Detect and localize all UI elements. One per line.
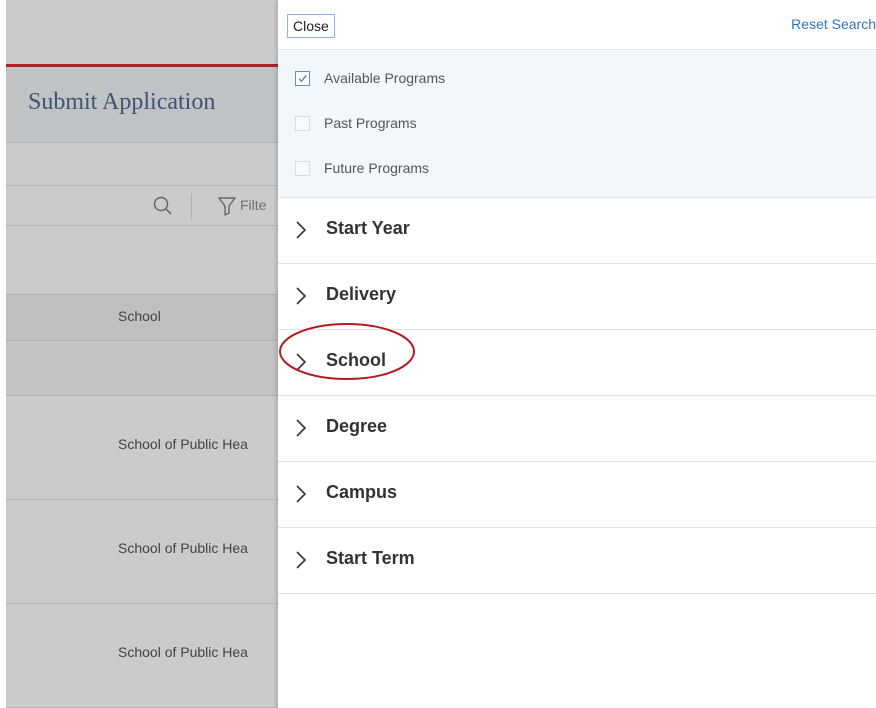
- chevron-right-icon: [296, 551, 307, 569]
- future-programs-label: Future Programs: [324, 160, 430, 176]
- table-row: School of Public Hea: [6, 604, 278, 708]
- accordion-label: Delivery: [326, 284, 397, 304]
- program-status-options: Available Programs Past Programs Future …: [278, 51, 876, 198]
- table-row: School of Public Hea: [6, 396, 278, 500]
- row-school-cell: School of Public Hea: [118, 644, 248, 660]
- chevron-right-icon: [296, 287, 307, 305]
- checkmark-icon: [298, 74, 307, 82]
- available-programs-checkbox[interactable]: [295, 70, 310, 86]
- chevron-right-icon: [296, 221, 307, 239]
- toolbar-divider: [191, 193, 192, 219]
- filter-icon[interactable]: [218, 196, 236, 216]
- page-title: Submit Application: [28, 89, 216, 115]
- row-school-cell: School of Public Hea: [118, 540, 248, 556]
- past-programs-option[interactable]: Past Programs: [295, 112, 417, 134]
- future-programs-option[interactable]: Future Programs: [295, 157, 429, 179]
- accordion-start-year[interactable]: Start Year: [278, 198, 876, 264]
- accordion-label: Start Year: [326, 218, 410, 238]
- panel-header: Close Reset Search: [278, 0, 876, 50]
- close-button[interactable]: Close: [287, 14, 335, 38]
- chevron-right-icon: [296, 419, 307, 437]
- filter-button-label[interactable]: Filte: [240, 197, 266, 213]
- column-header-school: School: [118, 308, 161, 324]
- accordion-label: Degree: [326, 416, 388, 436]
- available-programs-label: Available Programs: [324, 70, 446, 86]
- accordion-start-term[interactable]: Start Term: [278, 528, 876, 594]
- table-row: School of Public Hea: [6, 500, 278, 604]
- accordion-degree[interactable]: Degree: [278, 396, 876, 462]
- past-programs-checkbox[interactable]: [295, 115, 310, 131]
- annotation-ellipse: [279, 323, 415, 380]
- future-programs-checkbox[interactable]: [295, 160, 310, 176]
- page-title-bar: Submit Application: [6, 67, 278, 143]
- past-programs-label: Past Programs: [324, 115, 417, 131]
- accordion-label: Campus: [326, 482, 398, 502]
- chevron-right-icon: [296, 485, 307, 503]
- search-icon[interactable]: [152, 195, 174, 217]
- reset-search-link[interactable]: Reset Search: [791, 16, 876, 32]
- accordion-delivery[interactable]: Delivery: [278, 264, 876, 330]
- available-programs-option[interactable]: Available Programs: [295, 67, 445, 89]
- table-band: [6, 341, 278, 396]
- accordion-campus[interactable]: Campus: [278, 462, 876, 528]
- search-toolbar: Filte: [6, 185, 278, 226]
- accordion-label: Start Term: [326, 548, 415, 568]
- table-header: School: [6, 294, 278, 341]
- row-school-cell: School of Public Hea: [118, 436, 248, 452]
